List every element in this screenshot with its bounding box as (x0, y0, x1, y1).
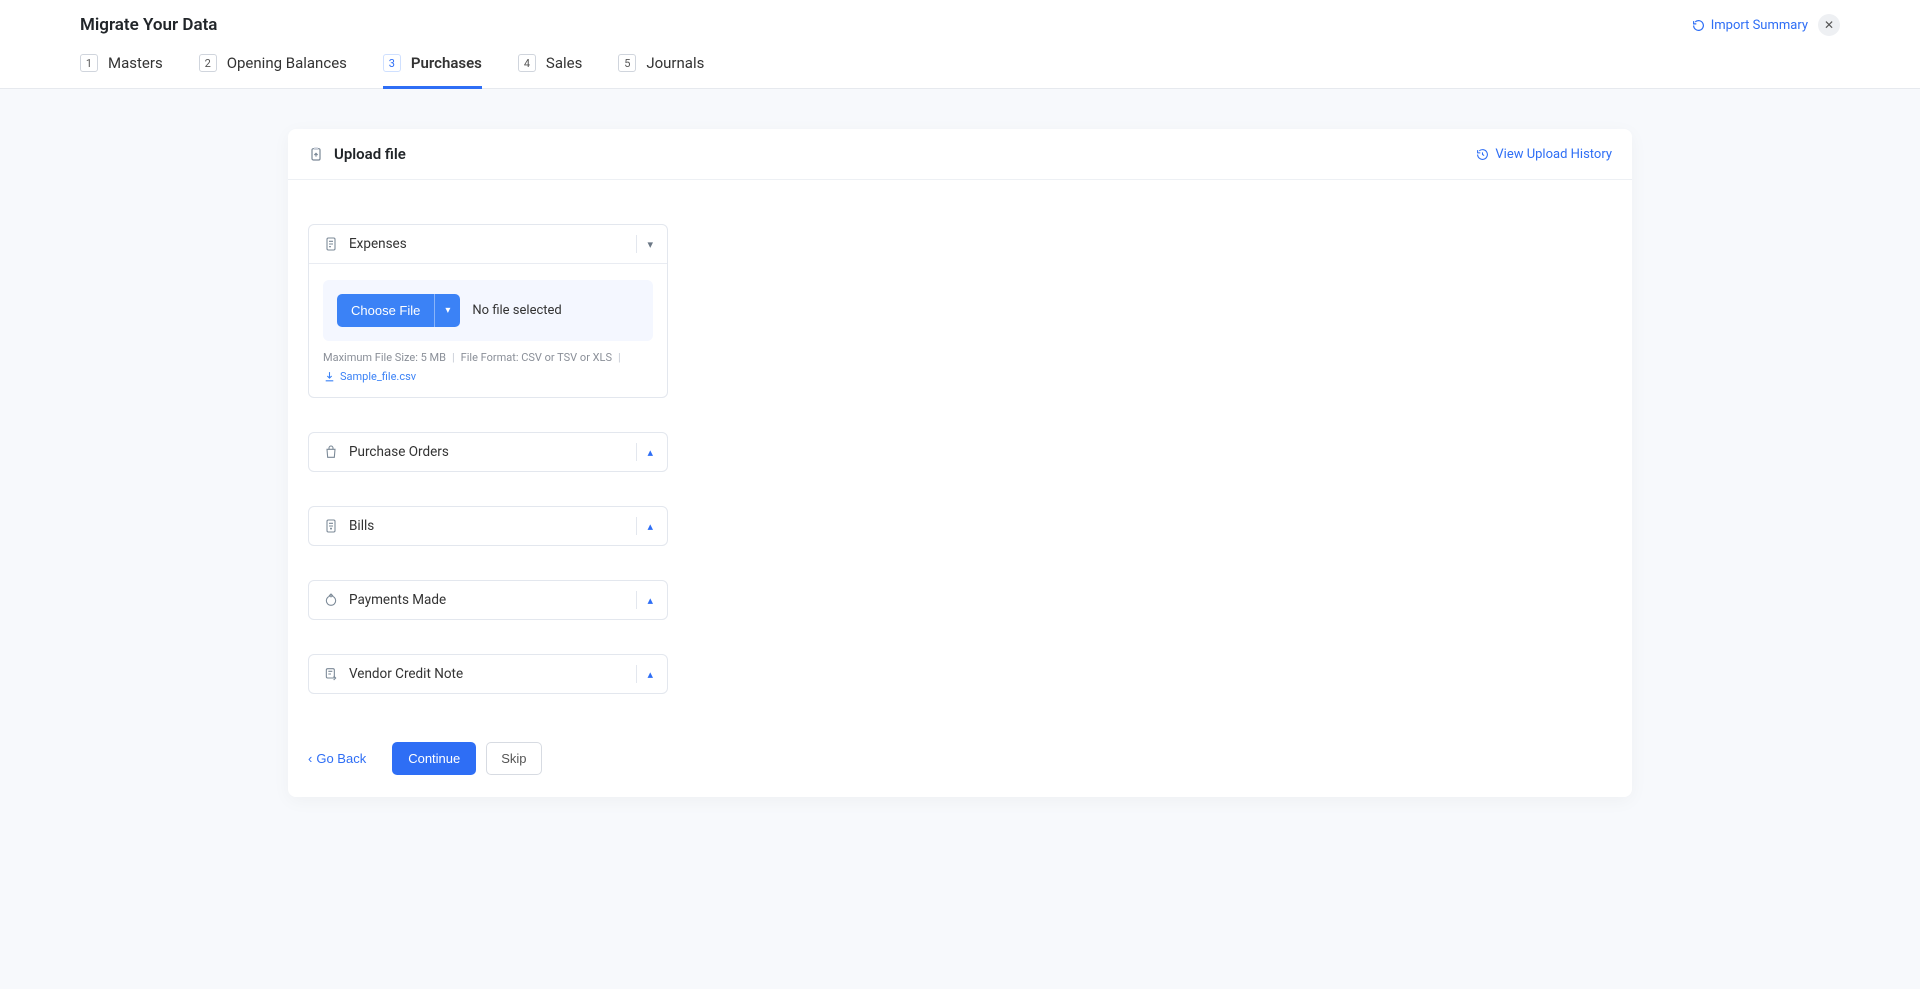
accordion-title: Bills (349, 518, 374, 534)
accordion-vendor-credit: Vendor Credit Note ▴ (308, 654, 668, 694)
payment-icon (323, 592, 339, 608)
chevron-up-icon: ▴ (647, 668, 653, 681)
choose-file-button[interactable]: Choose File (337, 294, 434, 327)
page-title: Migrate Your Data (80, 15, 217, 35)
view-upload-history-label: View Upload History (1495, 147, 1612, 162)
accordion-expenses: Expenses ▾ Choose File ▾ (308, 224, 668, 398)
accordion-head-purchase-orders[interactable]: Purchase Orders ▴ (309, 433, 667, 471)
chevron-up-icon: ▴ (647, 594, 653, 607)
go-back-button[interactable]: ‹ Go Back (308, 751, 366, 766)
accordion-title: Expenses (349, 236, 407, 252)
bag-icon (323, 444, 339, 460)
choose-file-dropdown[interactable]: ▾ (434, 294, 460, 327)
accordion-head-expenses[interactable]: Expenses ▾ (309, 225, 667, 263)
tab-label: Opening Balances (227, 54, 347, 72)
tab-label: Purchases (411, 54, 482, 72)
tab-sales[interactable]: 4 Sales (518, 54, 582, 89)
tab-opening-balances[interactable]: 2 Opening Balances (199, 54, 347, 89)
accordion-title: Vendor Credit Note (349, 666, 463, 682)
download-icon (323, 370, 336, 383)
go-back-label: Go Back (316, 751, 366, 766)
receipt-icon (323, 236, 339, 252)
separator (636, 665, 637, 683)
import-summary-link[interactable]: Import Summary (1692, 18, 1808, 33)
separator: | (452, 351, 455, 364)
tab-label: Journals (646, 54, 704, 72)
close-button[interactable]: ✕ (1818, 14, 1840, 36)
sample-file-link[interactable]: Sample_file.csv (323, 370, 416, 383)
close-icon: ✕ (1824, 18, 1834, 32)
chevron-up-icon: ▴ (647, 446, 653, 459)
credit-note-icon (323, 666, 339, 682)
continue-button[interactable]: Continue (392, 742, 476, 775)
sample-file-label: Sample_file.csv (340, 370, 416, 383)
separator (636, 443, 637, 461)
accordion-payments-made: Payments Made ▴ (308, 580, 668, 620)
refresh-icon (1692, 19, 1705, 32)
no-file-label: No file selected (472, 303, 561, 318)
tab-masters[interactable]: 1 Masters (80, 54, 163, 89)
tab-num: 3 (383, 54, 401, 72)
tab-label: Sales (546, 54, 582, 72)
tab-label: Masters (108, 54, 163, 72)
tab-purchases[interactable]: 3 Purchases (383, 54, 482, 89)
file-format-label: File Format: CSV or TSV or XLS (461, 351, 612, 364)
chevron-up-icon: ▴ (647, 520, 653, 533)
separator: | (618, 351, 621, 364)
history-icon (1476, 148, 1489, 161)
tabs: 1 Masters 2 Opening Balances 3 Purchases… (0, 36, 1920, 89)
accordion-head-payments-made[interactable]: Payments Made ▴ (309, 581, 667, 619)
chevron-down-icon: ▾ (647, 238, 653, 251)
card-title: Upload file (334, 145, 406, 163)
clipboard-upload-icon (308, 146, 324, 162)
separator (636, 235, 637, 253)
chevron-left-icon: ‹ (308, 751, 312, 766)
accordion-purchase-orders: Purchase Orders ▴ (308, 432, 668, 472)
separator (636, 517, 637, 535)
tab-num: 4 (518, 54, 536, 72)
accordion-head-vendor-credit[interactable]: Vendor Credit Note ▴ (309, 655, 667, 693)
accordion-title: Purchase Orders (349, 444, 449, 460)
separator (636, 591, 637, 609)
accordion-head-bills[interactable]: Bills ▴ (309, 507, 667, 545)
skip-button[interactable]: Skip (486, 742, 541, 775)
tab-num: 1 (80, 54, 98, 72)
tab-num: 5 (618, 54, 636, 72)
max-size-label: Maximum File Size: 5 MB (323, 351, 446, 364)
import-summary-label: Import Summary (1711, 18, 1808, 33)
tab-journals[interactable]: 5 Journals (618, 54, 704, 89)
view-upload-history-link[interactable]: View Upload History (1476, 147, 1612, 162)
accordion-bills: Bills ▴ (308, 506, 668, 546)
bill-icon (323, 518, 339, 534)
accordion-title: Payments Made (349, 592, 446, 608)
tab-num: 2 (199, 54, 217, 72)
